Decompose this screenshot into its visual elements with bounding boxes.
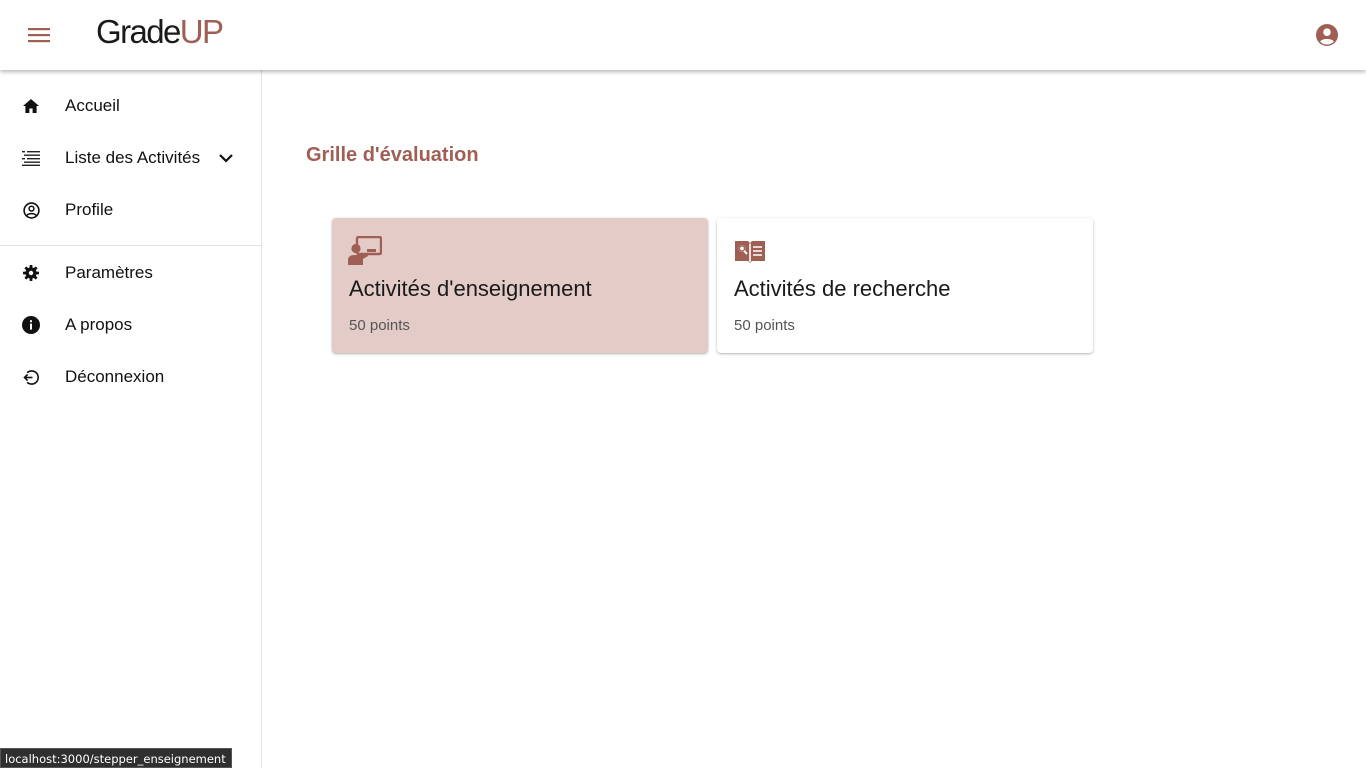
info-icon <box>21 315 41 335</box>
app-logo[interactable]: Grade UP <box>96 12 224 52</box>
logout-icon <box>21 367 41 387</box>
sidebar-item-label: A propos <box>65 315 133 334</box>
sidebar-item-label: Profile <box>65 200 114 219</box>
browser-status-url: localhost:3000/stepper_enseignement <box>0 748 232 768</box>
sidebar-item-deconnexion[interactable]: Déconnexion <box>0 351 261 403</box>
card-points: 50 points <box>734 317 795 334</box>
hamburger-icon <box>28 28 50 43</box>
sidebar-item-profile[interactable]: Profile <box>0 184 261 236</box>
sidebar-item-activites[interactable]: Liste des Activités <box>0 132 261 184</box>
chevron-down-icon[interactable] <box>216 148 236 168</box>
card-activites-recherche[interactable]: Activités de recherche 50 points <box>717 218 1093 353</box>
book-search-icon <box>735 241 765 263</box>
sidebar-item-accueil[interactable]: Accueil <box>0 80 261 132</box>
logo-text-grade: Grade <box>96 13 181 50</box>
card-activites-enseignement[interactable]: Activités d'enseignement 50 points <box>332 218 708 353</box>
account-button[interactable] <box>1313 21 1341 49</box>
menu-button[interactable] <box>23 19 55 51</box>
card-title: Activités d'enseignement <box>349 276 592 301</box>
sidebar-item-label: Déconnexion <box>65 367 165 386</box>
sidebar-item-label: Paramètres <box>65 263 153 282</box>
list-icon <box>21 148 41 168</box>
logo-text-up: UP <box>179 13 224 50</box>
app-bar: Grade UP <box>0 0 1366 70</box>
sidebar-item-parametres[interactable]: Paramètres <box>0 247 261 299</box>
sidebar-item-label: Liste des Activités <box>65 148 201 167</box>
home-icon <box>21 96 41 116</box>
gear-icon <box>21 263 41 283</box>
card-points: 50 points <box>349 317 410 334</box>
sidebar: Accueil Liste des Activités Profile Para… <box>0 70 262 768</box>
account-circle-outline-icon <box>21 200 41 220</box>
card-title: Activités de recherche <box>734 276 951 301</box>
sidebar-item-label: Accueil <box>65 96 120 115</box>
teacher-board-icon <box>348 236 382 265</box>
account-circle-icon <box>1316 24 1338 46</box>
sidebar-divider <box>0 245 261 246</box>
sidebar-item-apropos[interactable]: A propos <box>0 299 261 351</box>
page-title: Grille d'évaluation <box>306 144 479 166</box>
